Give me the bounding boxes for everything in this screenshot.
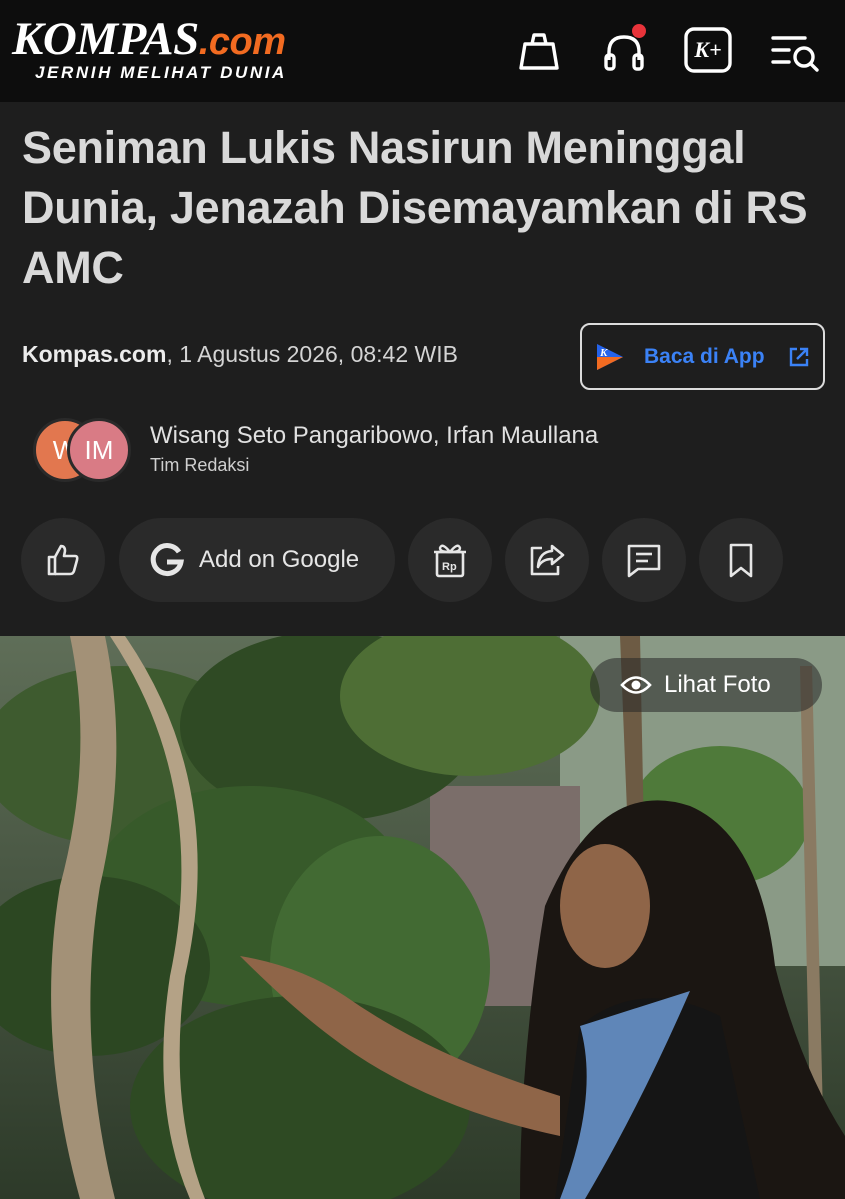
top-bar: KOMPAS.com JERNIH MELIHAT DUNIA K+ — [0, 0, 845, 102]
gift-icon: Rp — [434, 544, 466, 578]
comment-button[interactable] — [602, 518, 686, 602]
add-on-google-label: Add on Google — [199, 546, 360, 573]
logo-suffix: .com — [198, 21, 286, 63]
photo-illustration — [0, 636, 845, 1199]
eye-icon — [620, 676, 652, 694]
kompas-plus-label: K+ — [694, 37, 722, 62]
add-on-google-button[interactable]: Add on Google — [119, 518, 395, 602]
article-datetime: , 1 Agustus 2026, 08:42 WIB — [166, 341, 458, 367]
gift-label: Rp — [442, 561, 457, 573]
author-avatars[interactable]: W IM — [33, 418, 133, 482]
open-in-app-label: Baca di App — [644, 344, 765, 368]
share-icon — [530, 544, 565, 576]
shopping-bag-icon — [519, 33, 559, 70]
bookmark-button[interactable] — [699, 518, 783, 602]
avatar[interactable]: IM — [67, 418, 131, 482]
author-team: Tim Redaksi — [150, 455, 250, 475]
view-photo-label: Lihat Foto — [664, 671, 771, 698]
kompas-logo[interactable]: KOMPAS.com JERNIH MELIHAT DUNIA — [12, 14, 287, 83]
bookmark-icon — [729, 543, 753, 578]
shopping-bag-button[interactable] — [513, 24, 565, 76]
gift-button[interactable]: Rp — [408, 518, 492, 602]
app-logo-letter: K — [599, 347, 608, 359]
article-source[interactable]: Kompas.com — [22, 341, 166, 367]
comment-icon — [627, 544, 661, 578]
article-byline: Kompas.com, 1 Agustus 2026, 08:42 WIB — [22, 341, 458, 368]
search-menu-button[interactable] — [769, 24, 821, 76]
author-names[interactable]: Wisang Seto Pangaribowo, Irfan Maullana — [150, 422, 598, 450]
logo-main-text: KOMPAS — [12, 13, 199, 65]
view-photo-button[interactable]: Lihat Foto — [590, 658, 822, 712]
podcast-button[interactable] — [598, 24, 650, 76]
share-button[interactable] — [505, 518, 589, 602]
google-icon — [150, 543, 184, 577]
kompas-app-logo-icon: K — [597, 343, 623, 370]
like-button[interactable] — [21, 518, 105, 602]
notification-dot — [632, 24, 646, 38]
thumbs-up-icon — [47, 544, 79, 576]
article-photo[interactable] — [0, 636, 845, 1199]
open-in-app-button[interactable]: K Baca di App — [580, 323, 825, 390]
article-headline: Seniman Lukis Nasirun Meninggal Dunia, J… — [22, 122, 808, 293]
search-menu-icon — [771, 36, 819, 72]
logo-tagline: JERNIH MELIHAT DUNIA — [35, 63, 287, 82]
external-link-icon — [789, 347, 809, 367]
kompas-plus-button[interactable]: K+ — [682, 24, 734, 76]
